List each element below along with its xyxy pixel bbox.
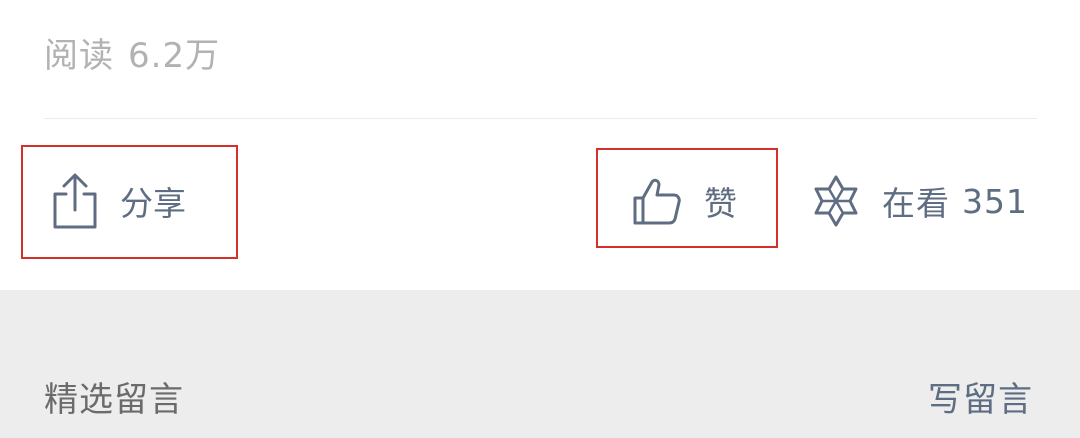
watch-label: 在看 [882,184,950,223]
article-footer: 阅读 6.2万 分享 赞 在看 351 [0,0,1080,290]
read-label: 阅读 [44,36,114,76]
read-count: 阅读 6.2万 [44,28,220,77]
share-highlight-box [21,145,238,259]
divider [44,118,1037,119]
like-highlight-box [596,148,778,248]
comments-section: 精选留言 写留言 [0,290,1080,438]
watch-button[interactable]: 在看 351 [808,170,1028,232]
write-comment-button[interactable]: 写留言 [928,372,1033,421]
comments-title: 精选留言 [44,380,184,420]
star-flower-icon [808,173,864,229]
watch-count: 351 [962,181,1028,221]
read-count-value: 6.2万 [128,36,221,76]
